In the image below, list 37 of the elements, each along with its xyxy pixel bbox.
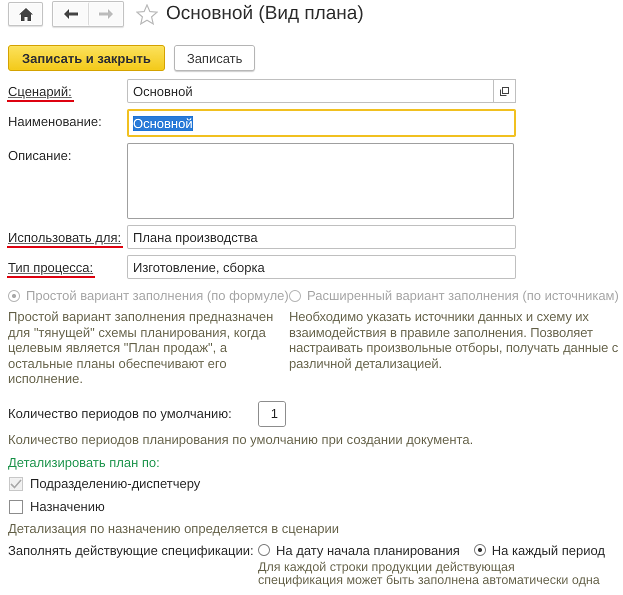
field-label: Заполнять действующие спецификации: <box>8 542 255 558</box>
check-icon <box>10 478 22 488</box>
hint-text: Детализация по назначению определяется в сценарии <box>8 520 340 536</box>
save-button[interactable]: Записать <box>174 45 256 71</box>
radio-label[interactable]: На каждый период <box>492 542 605 558</box>
number-field[interactable]: 1 <box>258 400 286 426</box>
home-icon <box>18 8 32 20</box>
save-and-close-button[interactable]: Записать и закрыть <box>8 45 165 71</box>
text-area[interactable] <box>127 143 514 219</box>
checkbox[interactable] <box>9 500 23 514</box>
input-field[interactable]: Основной <box>127 109 516 137</box>
hint-text: Количество периодов планирования по умолчанию при создании документа. <box>8 432 474 446</box>
input-field[interactable]: Изготовление, сборка <box>127 255 516 279</box>
description-text: Необходимо указать источники данных и схему их взаимодействия в правиле заполнения. Позволяет настраивать произвольные отборы, получать данные с различной детализацией. <box>289 309 620 371</box>
checkbox-label[interactable]: Назначению <box>30 499 105 514</box>
window-title: Основной (Вид плана) <box>166 3 364 25</box>
hint-text: Для каждой строки продукции действующая спецификация может быть заполнена автоматически одна <box>258 560 601 586</box>
radio-button[interactable] <box>474 544 486 556</box>
field-label: Количество периодов по умолчанию: <box>8 406 233 421</box>
input-field[interactable]: Плана производства <box>127 225 516 249</box>
field-label: Сценарий: <box>7 79 74 102</box>
home-button[interactable] <box>8 2 43 26</box>
open-button[interactable] <box>494 79 516 103</box>
back-button[interactable] <box>53 2 88 26</box>
star-icon[interactable] <box>136 4 158 24</box>
input-field[interactable]: Основной <box>127 79 494 103</box>
field-label: Описание: <box>8 147 72 163</box>
radio-button[interactable] <box>258 544 270 556</box>
field-label: Тип процесса: <box>7 255 96 278</box>
field-label: Использовать для: <box>7 225 124 248</box>
field-label: Наименование: <box>8 113 102 129</box>
open-window-icon <box>500 86 509 96</box>
arrow-left-icon <box>64 9 78 19</box>
arrow-right-icon <box>99 9 113 19</box>
section-heading: Детализировать план по: <box>8 454 161 470</box>
description-text: Простой вариант заполнения предназначен для "тянущей" схемы планирования, когда целевым является "План продаж", а остальные планы обеспечивают его исполнение. <box>8 309 274 386</box>
radio-label[interactable]: На дату начала планирования <box>276 542 460 558</box>
